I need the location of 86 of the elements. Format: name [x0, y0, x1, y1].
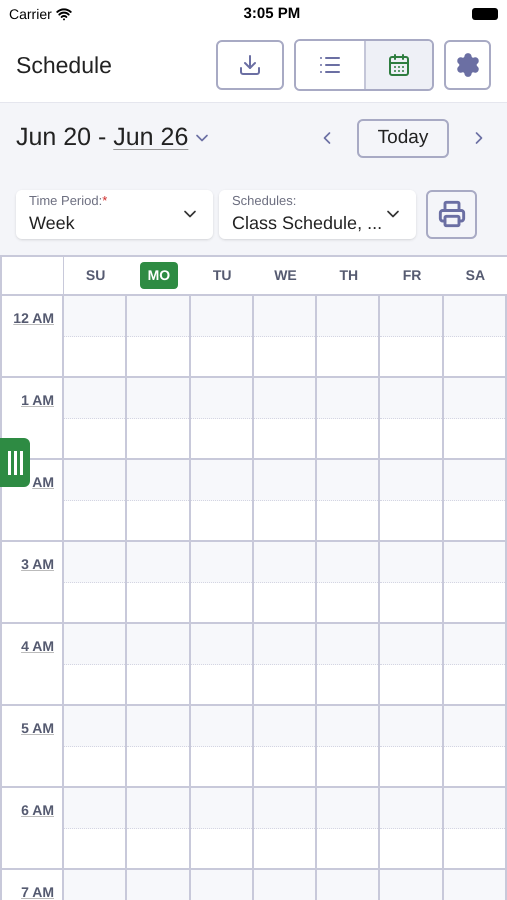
time-slot[interactable] [254, 706, 318, 786]
time-slot[interactable] [127, 460, 191, 540]
time-slot[interactable] [64, 296, 128, 376]
download-button[interactable] [216, 40, 284, 90]
weekday-label: SU [84, 266, 106, 285]
time-slot[interactable] [64, 460, 128, 540]
time-slot[interactable] [444, 460, 507, 540]
time-slot[interactable] [317, 706, 380, 786]
time-slot[interactable] [190, 788, 254, 868]
hour-label: 7 AM [21, 883, 54, 900]
time-slot[interactable] [444, 788, 507, 868]
time-slot[interactable] [64, 624, 128, 704]
time-slot[interactable] [127, 624, 191, 704]
carrier-label: Carrier [9, 4, 52, 24]
time-slot[interactable] [317, 624, 380, 704]
field-value: Class Schedule, ... [232, 212, 383, 236]
time-slot[interactable] [380, 460, 444, 540]
time-slot[interactable] [317, 542, 380, 622]
time-slot[interactable] [190, 542, 254, 622]
download-icon [238, 53, 262, 77]
date-range-picker[interactable]: Jun 20 - Jun 26 [16, 119, 315, 157]
time-slot[interactable] [64, 706, 128, 786]
field-label: Schedules: [232, 192, 298, 210]
time-slot[interactable] [254, 788, 318, 868]
time-slot[interactable] [64, 788, 128, 868]
view-toggle[interactable] [364, 41, 432, 89]
print-button[interactable] [426, 190, 477, 238]
time-slot[interactable] [317, 296, 380, 376]
time-slot[interactable] [444, 378, 507, 458]
hour-label: 4 AM [21, 637, 54, 656]
hour-label: 5 AM [21, 719, 54, 738]
hour-label: 12 AM [13, 309, 54, 328]
time-slot[interactable] [380, 788, 444, 868]
time-slot[interactable] [254, 542, 318, 622]
time-slot[interactable] [380, 542, 444, 622]
time-slot[interactable] [190, 296, 254, 376]
time-slot[interactable] [380, 378, 444, 458]
time-slot[interactable] [190, 378, 254, 458]
time-slot[interactable] [317, 460, 380, 540]
hour-label: 1 AM [21, 391, 54, 410]
hour-label: 6 AM [21, 801, 54, 820]
wifi-icon [56, 6, 72, 22]
page-title: Schedule [16, 50, 113, 80]
time-slot[interactable] [127, 378, 191, 458]
settings-button[interactable] [444, 40, 491, 90]
time-slot[interactable] [64, 542, 128, 622]
printer-icon [438, 200, 466, 228]
hour-label: AM [32, 473, 54, 492]
settings-icon [454, 52, 480, 78]
time-slot[interactable] [444, 706, 507, 786]
field-value: Week [29, 212, 76, 236]
time-slot[interactable] [127, 542, 191, 622]
time-slot[interactable] [380, 296, 444, 376]
time-slot[interactable] [254, 296, 318, 376]
hour-label: 3 AM [21, 555, 54, 574]
weekday-label: TH [338, 266, 360, 285]
today-button[interactable]: Today [357, 118, 449, 158]
time-slot[interactable] [317, 788, 380, 868]
time-slot[interactable] [190, 624, 254, 704]
time-slot[interactable] [254, 378, 318, 458]
time-slot[interactable] [444, 542, 507, 622]
time-slot[interactable] [190, 460, 254, 540]
status-time: 3:05 PM [244, 4, 300, 24]
dropdown-field[interactable]: Time Period:* Week [16, 190, 213, 238]
field-label: Time Period:* [29, 192, 108, 210]
time-slot[interactable] [444, 296, 507, 376]
time-slot[interactable] [127, 296, 191, 376]
time-slot[interactable] [380, 624, 444, 704]
time-slot[interactable] [127, 706, 191, 786]
time-slot[interactable] [127, 788, 191, 868]
weekday-label: WE [273, 266, 298, 285]
weekday-label: FR [402, 266, 422, 285]
weekday-label: TU [212, 266, 233, 285]
battery-icon [472, 8, 498, 20]
calendar-icon [387, 53, 411, 77]
drawer-handle[interactable] [0, 438, 30, 487]
weekday-label: SA [464, 266, 486, 285]
time-slot[interactable] [254, 624, 318, 704]
time-slot[interactable] [317, 378, 380, 458]
weekday-label: MO [140, 262, 178, 289]
time-slot[interactable] [444, 624, 507, 704]
time-slot[interactable] [254, 460, 318, 540]
time-slot[interactable] [190, 706, 254, 786]
dropdown-field[interactable]: Schedules: Class Schedule, ... [219, 190, 416, 238]
time-slot[interactable] [380, 706, 444, 786]
time-slot[interactable] [64, 378, 128, 458]
